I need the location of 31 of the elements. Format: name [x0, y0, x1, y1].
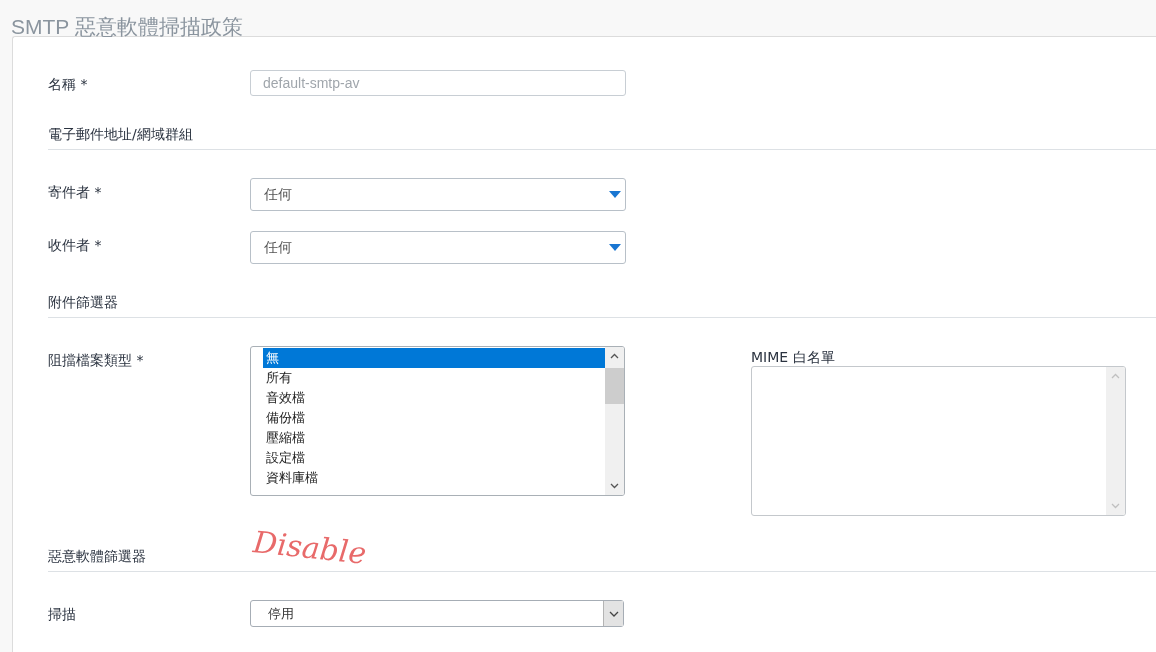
- chevron-down-icon: [608, 610, 619, 617]
- scrollbar[interactable]: [605, 347, 624, 495]
- field-label: MIME 白名單: [751, 349, 836, 366]
- scrollbar-thumb[interactable]: [605, 368, 624, 404]
- handwritten-note: Disable: [251, 524, 368, 571]
- section-heading: 惡意軟體篩選器: [48, 548, 146, 564]
- list-item[interactable]: 無: [263, 348, 605, 368]
- list-item[interactable]: 音效檔: [263, 388, 605, 408]
- field-label: 掃描: [48, 605, 77, 624]
- field-label: 寄件者 *: [48, 183, 103, 202]
- dropdown-button[interactable]: [603, 601, 623, 626]
- chevron-up-icon: [1111, 373, 1120, 379]
- list-item[interactable]: 壓縮檔: [263, 428, 605, 448]
- page-title: SMTP 惡意軟體掃描政策: [11, 14, 243, 39]
- list-item[interactable]: 所有: [263, 368, 605, 388]
- chevron-down-icon: [1111, 503, 1120, 509]
- chevron-down-icon: [610, 483, 619, 489]
- list-item[interactable]: 設定檔: [263, 448, 605, 468]
- dropdown[interactable]: 停用: [250, 600, 624, 627]
- field-label: 阻擋檔案類型 *: [48, 351, 145, 370]
- caret-down-icon: [609, 244, 621, 251]
- section-heading: 附件篩選器: [48, 294, 118, 310]
- field-label: 名稱 *: [48, 75, 89, 94]
- dropdown[interactable]: 任何: [250, 231, 626, 264]
- dropdown[interactable]: 任何: [250, 178, 626, 211]
- field-label: 收件者 *: [48, 236, 103, 255]
- caret-down-icon: [609, 191, 621, 198]
- list-item[interactable]: 資料庫檔: [263, 468, 605, 488]
- section-heading: 電子郵件地址/網域群組: [48, 126, 193, 142]
- list-item[interactable]: 備份檔: [263, 408, 605, 428]
- chevron-up-icon: [610, 353, 619, 359]
